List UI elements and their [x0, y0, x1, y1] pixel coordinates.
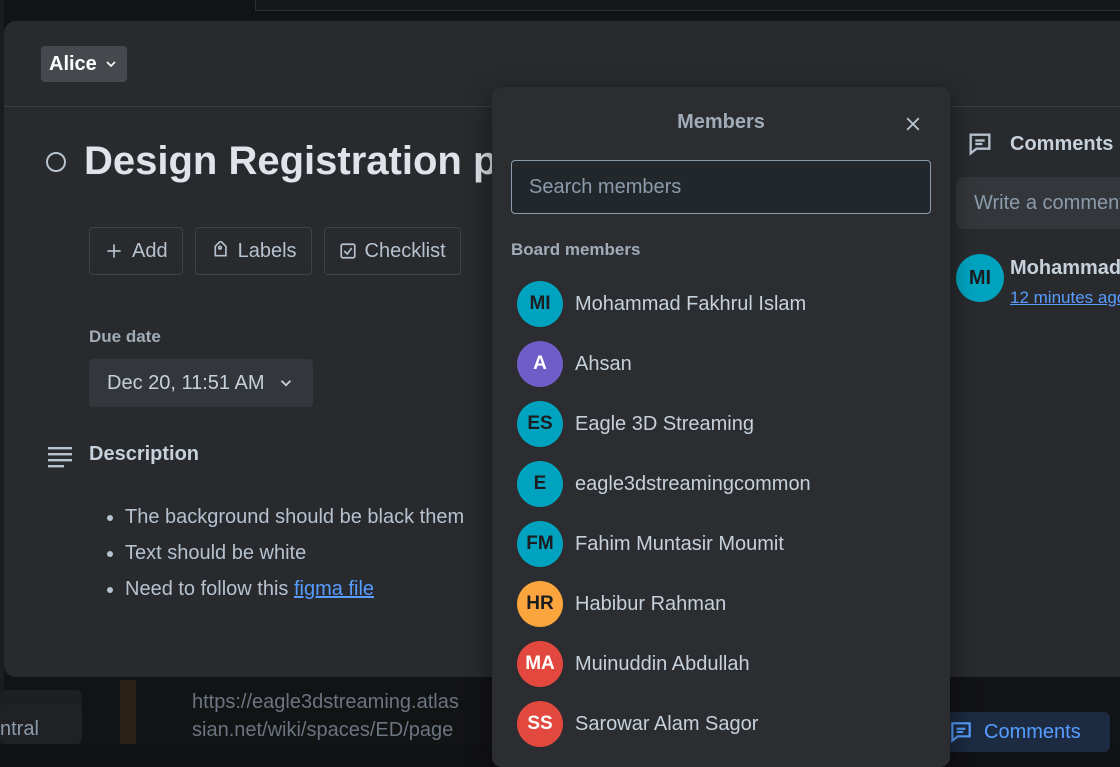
- plus-icon: [107, 244, 121, 258]
- avatar: E: [517, 461, 563, 507]
- member-name: Ahsan: [575, 352, 632, 375]
- checkbox-icon: [339, 243, 356, 259]
- background-url-line: https://eagle3dstreaming.atlas: [192, 691, 459, 713]
- list-selector-label: Alice: [49, 52, 97, 75]
- background-comments-label: Comments: [984, 720, 1081, 743]
- due-date-value: Dec 20, 11:51 AM: [107, 371, 265, 394]
- avatar: MI: [517, 281, 563, 327]
- member-item[interactable]: Eeagle3dstreamingcommon: [511, 454, 931, 514]
- description-item-text: Need to follow this: [125, 578, 294, 600]
- write-comment-input[interactable]: Write a comment: [956, 177, 1120, 229]
- description-item: The background should be black them: [125, 499, 464, 535]
- card-title[interactable]: Design Registration p: [84, 139, 497, 184]
- background-url-line: sian.net/wiki/spaces/ED/page: [192, 719, 454, 741]
- comments-title: Comments: [1010, 132, 1114, 155]
- avatar: HR: [517, 581, 563, 627]
- background-divider: [120, 680, 136, 744]
- member-item[interactable]: ES Eagle 3D Streaming: [511, 394, 931, 454]
- list-selector-button[interactable]: Alice: [41, 46, 127, 82]
- member-name: Eagle 3D Streaming: [575, 412, 754, 435]
- labels-button[interactable]: Labels: [194, 227, 312, 275]
- member-name: Habibur Rahman: [575, 592, 727, 615]
- description-content[interactable]: The background should be black them Text…: [89, 499, 464, 607]
- avatar: MA: [517, 641, 563, 687]
- search-members-input[interactable]: [511, 160, 931, 214]
- close-button[interactable]: [900, 111, 926, 137]
- due-date-button[interactable]: Dec 20, 11:51 AM: [89, 359, 313, 407]
- member-name: Fahim Muntasir Moumit: [575, 532, 784, 555]
- background-comments-button[interactable]: Comments: [938, 712, 1110, 752]
- member-name: Muinuddin Abdullah: [575, 652, 750, 675]
- avatar[interactable]: MI: [956, 254, 1004, 302]
- member-item[interactable]: MA Muinuddin Abdullah: [511, 634, 931, 694]
- figma-file-link[interactable]: figma file: [294, 578, 374, 600]
- description-icon: [48, 447, 72, 468]
- tag-icon: [214, 241, 227, 257]
- board-members-label: Board members: [511, 240, 641, 259]
- avatar: A: [517, 341, 563, 387]
- description-item: Text should be white: [125, 535, 464, 571]
- add-button[interactable]: Add: [89, 227, 183, 275]
- member-name: eagle3dstreamingcommon: [575, 472, 811, 495]
- member-item[interactable]: MI Mohammad Fakhrul Islam: [511, 274, 931, 334]
- member-name: Mohammad Fakhrul Islam: [575, 292, 807, 315]
- member-name: Sarowar Alam Sagor: [575, 712, 759, 735]
- comment-icon: [951, 722, 971, 743]
- complete-toggle-icon[interactable]: [46, 151, 66, 172]
- chevron-down-icon: [106, 61, 116, 68]
- popover-title: Members: [677, 111, 765, 133]
- members-popover: Members Board members MI Mohammad Fakhrul…: [492, 87, 950, 767]
- card-actions: Add Labels Checklist: [89, 227, 461, 275]
- checklist-button[interactable]: Checklist: [323, 227, 461, 275]
- close-icon: [906, 117, 920, 131]
- due-date-label: Due date: [89, 327, 161, 346]
- comment-author[interactable]: Mohammad: [1010, 257, 1120, 280]
- chevron-down-icon: [280, 380, 291, 387]
- checklist-button-label: Checklist: [364, 239, 446, 262]
- labels-button-label: Labels: [237, 239, 297, 262]
- background-url-text: https://eagle3dstreaming.atlas sian.net/…: [192, 688, 492, 744]
- member-item[interactable]: A Ahsan: [511, 334, 931, 394]
- add-button-label: Add: [132, 239, 168, 262]
- avatar: FM: [517, 521, 563, 567]
- comment-timestamp-link[interactable]: 12 minutes ago: [1010, 288, 1120, 308]
- avatar: ES: [517, 401, 563, 447]
- comment-icon: [969, 133, 991, 156]
- member-item[interactable]: HR Habibur Rahman: [511, 574, 931, 634]
- background-card-text: ntral: [0, 718, 39, 740]
- avatar: SS: [517, 701, 563, 747]
- member-item[interactable]: SS Sarowar Alam Sagor: [511, 694, 931, 754]
- description-label: Description: [89, 443, 200, 465]
- card-title-row: Design Registration p: [44, 139, 497, 184]
- board-header-strip: [255, 0, 1120, 11]
- comments-header: Comments: [966, 130, 1113, 158]
- description-item: Need to follow this figma file: [125, 571, 464, 607]
- member-item[interactable]: FM Fahim Muntasir Moumit: [511, 514, 931, 574]
- member-list: MI Mohammad Fakhrul Islam A Ahsan ES Eagle 3D…: [511, 274, 931, 754]
